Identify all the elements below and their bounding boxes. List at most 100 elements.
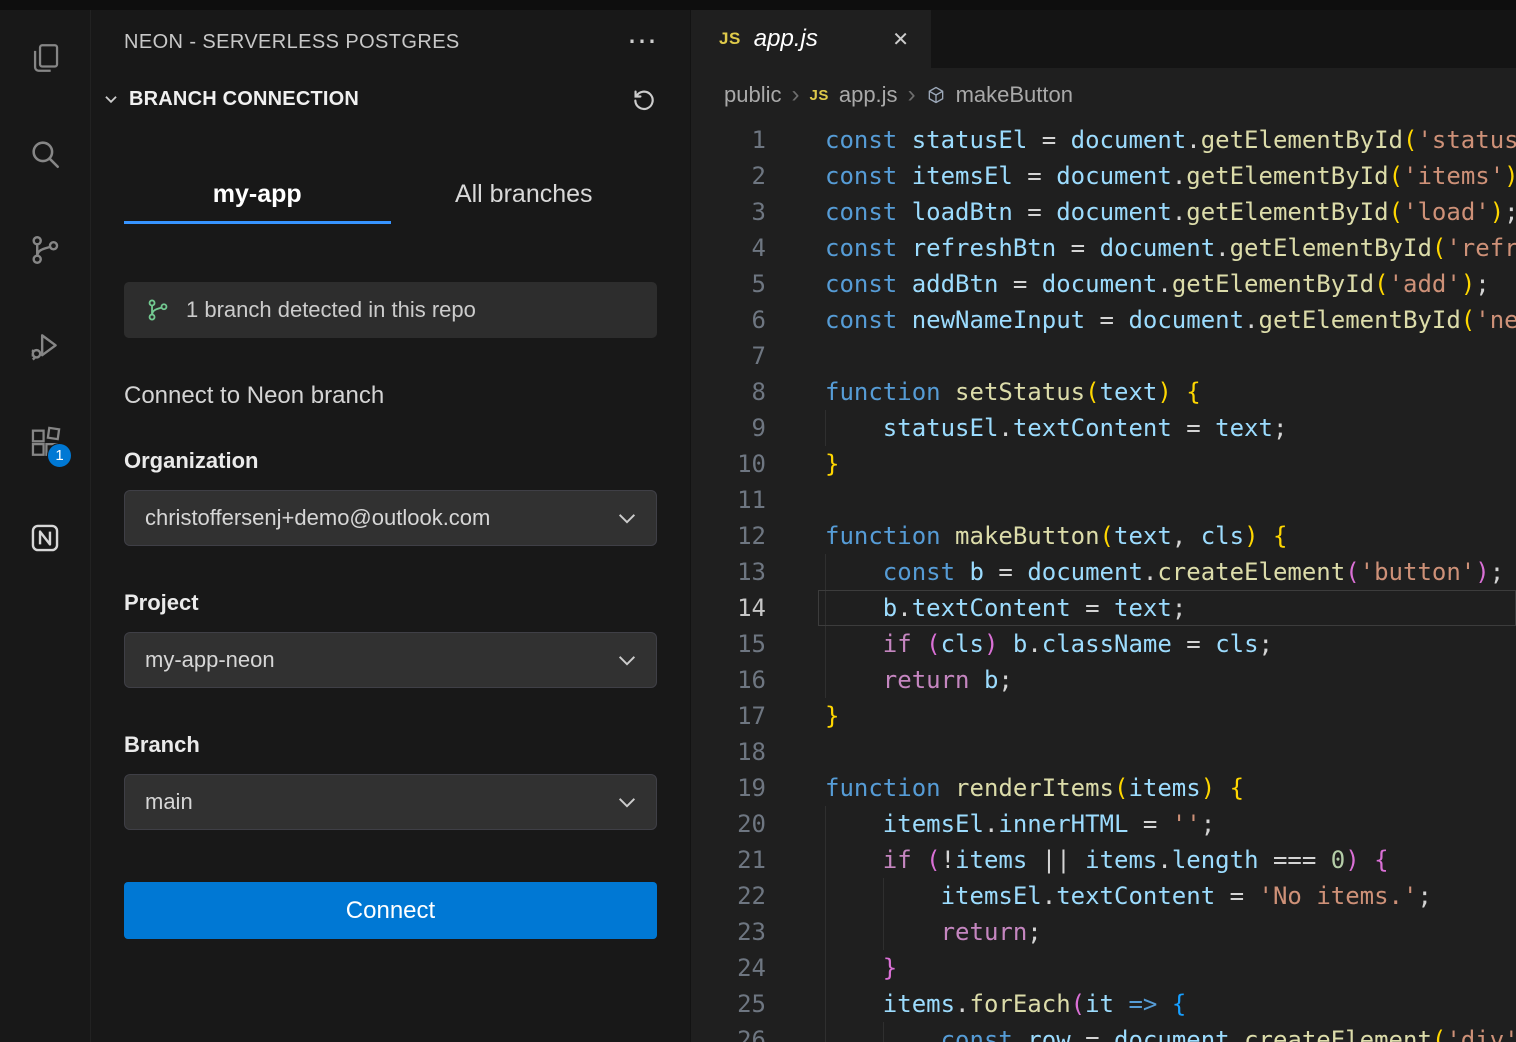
code-line-content[interactable]: } xyxy=(825,698,1516,734)
line-number[interactable]: 4 xyxy=(691,230,766,266)
line-number[interactable]: 1 xyxy=(691,122,766,158)
organization-select[interactable]: christoffersenj+demo@outlook.com xyxy=(124,490,657,546)
code-line[interactable]: 17} xyxy=(691,698,1516,734)
code-line-content[interactable]: b.textContent = text; xyxy=(825,590,1516,626)
breadcrumb-public[interactable]: public xyxy=(724,82,781,108)
code-line[interactable]: 4 const refreshBtn = document.getElementB… xyxy=(691,230,1516,266)
line-number[interactable]: 20 xyxy=(691,806,766,842)
code-line[interactable]: 24 } xyxy=(691,950,1516,986)
refresh-icon[interactable] xyxy=(631,86,657,112)
code-line[interactable]: 7 xyxy=(691,338,1516,374)
line-number[interactable]: 17 xyxy=(691,698,766,734)
line-number[interactable]: 22 xyxy=(691,878,766,914)
code-line-content[interactable]: function makeButton(text, cls) { xyxy=(825,518,1516,554)
line-number[interactable]: 14 xyxy=(691,590,766,626)
line-number[interactable]: 3 xyxy=(691,194,766,230)
branch-select[interactable]: main xyxy=(124,774,657,830)
line-number[interactable]: 23 xyxy=(691,914,766,950)
code-line-content[interactable]: const addBtn = document.getElementById('… xyxy=(825,266,1516,302)
line-number[interactable]: 13 xyxy=(691,554,766,590)
code-line-content[interactable]: const statusEl = document.getElementById… xyxy=(825,122,1516,158)
code-line-content[interactable]: const loadBtn = document.getElementById(… xyxy=(825,194,1516,230)
code-line-content[interactable] xyxy=(825,482,1516,518)
code-line[interactable]: 16 return b; xyxy=(691,662,1516,698)
line-number[interactable]: 19 xyxy=(691,770,766,806)
code-line-content[interactable]: return; xyxy=(825,914,1516,950)
code-area[interactable]: 1 const statusEl = document.getElementByI… xyxy=(691,122,1516,1042)
code-line-content[interactable]: if (!items || items.length === 0) { xyxy=(825,842,1516,878)
line-number[interactable]: 2 xyxy=(691,158,766,194)
code-line-content[interactable] xyxy=(825,734,1516,770)
line-number[interactable]: 16 xyxy=(691,662,766,698)
code-line[interactable]: 19 function renderItems(items) { xyxy=(691,770,1516,806)
code-line[interactable]: 23 return; xyxy=(691,914,1516,950)
code-line-content[interactable]: const newNameInput = document.getElement… xyxy=(825,302,1516,338)
code-line-content[interactable]: const itemsEl = document.getElementById(… xyxy=(825,158,1516,194)
code-line[interactable]: 18 xyxy=(691,734,1516,770)
code-line-content[interactable]: const b = document.createElement('button… xyxy=(825,554,1516,590)
code-line[interactable]: 10} xyxy=(691,446,1516,482)
breadcrumb-makebutton[interactable]: makeButton xyxy=(956,82,1073,108)
code-line-content[interactable]: } xyxy=(825,950,1516,986)
code-line[interactable]: 11 xyxy=(691,482,1516,518)
code-line[interactable]: 2 const itemsEl = document.getElementById… xyxy=(691,158,1516,194)
line-number[interactable]: 8 xyxy=(691,374,766,410)
line-number[interactable]: 10 xyxy=(691,446,766,482)
project-select[interactable]: my-app-neon xyxy=(124,632,657,688)
line-number[interactable]: 24 xyxy=(691,950,766,986)
code-line[interactable]: 14 b.textContent = text; xyxy=(691,590,1516,626)
code-line[interactable]: 15 if (cls) b.className = cls; xyxy=(691,626,1516,662)
line-number[interactable]: 7 xyxy=(691,338,766,374)
code-line[interactable]: 26 const row = document.createElement('d… xyxy=(691,1022,1516,1042)
line-number[interactable]: 12 xyxy=(691,518,766,554)
line-number[interactable]: 18 xyxy=(691,734,766,770)
code-line-content[interactable]: return b; xyxy=(825,662,1516,698)
line-number[interactable]: 11 xyxy=(691,482,766,518)
code-line[interactable]: 1 const statusEl = document.getElementByI… xyxy=(691,122,1516,158)
code-line[interactable]: 6 const newNameInput = document.getElemen… xyxy=(691,302,1516,338)
code-line-content[interactable]: items.forEach(it => { xyxy=(825,986,1516,1022)
code-line[interactable]: 5 const addBtn = document.getElementById(… xyxy=(691,266,1516,302)
code-line-content[interactable]: itemsEl.innerHTML = ''; xyxy=(825,806,1516,842)
branch-value: main xyxy=(145,789,193,815)
line-number[interactable]: 9 xyxy=(691,410,766,446)
code-line-content[interactable]: function renderItems(items) { xyxy=(825,770,1516,806)
close-icon[interactable]: ✕ xyxy=(892,27,909,52)
code-line[interactable]: 22 itemsEl.textContent = 'No items.'; xyxy=(691,878,1516,914)
more-actions-icon[interactable]: ⋯ xyxy=(627,32,657,52)
code-line-content[interactable]: itemsEl.textContent = 'No items.'; xyxy=(825,878,1516,914)
tab-all-branches[interactable]: All branches xyxy=(391,168,658,224)
neon-extension-icon[interactable] xyxy=(0,490,90,586)
line-number[interactable]: 21 xyxy=(691,842,766,878)
code-line-content[interactable]: function setStatus(text) { xyxy=(825,374,1516,410)
line-number[interactable]: 26 xyxy=(691,1022,766,1042)
code-line-content[interactable]: if (cls) b.className = cls; xyxy=(825,626,1516,662)
code-line-content[interactable] xyxy=(825,338,1516,374)
code-line[interactable]: 13 const b = document.createElement('but… xyxy=(691,554,1516,590)
run-debug-icon[interactable] xyxy=(0,298,90,394)
code-line[interactable]: 20 itemsEl.innerHTML = ''; xyxy=(691,806,1516,842)
line-number[interactable]: 25 xyxy=(691,986,766,1022)
code-line-content[interactable]: } xyxy=(825,446,1516,482)
line-number[interactable]: 6 xyxy=(691,302,766,338)
line-number[interactable]: 15 xyxy=(691,626,766,662)
search-icon[interactable] xyxy=(0,106,90,202)
code-line-content[interactable]: const refreshBtn = document.getElementBy… xyxy=(825,230,1516,266)
extensions-icon[interactable]: 1 xyxy=(0,394,90,490)
connect-button[interactable]: Connect xyxy=(124,882,657,939)
code-line[interactable]: 8 function setStatus(text) { xyxy=(691,374,1516,410)
code-line[interactable]: 12 function makeButton(text, cls) { xyxy=(691,518,1516,554)
tab-my-app[interactable]: my-app xyxy=(124,168,391,224)
branch-connection-section-toggle[interactable]: BRANCH CONNECTION xyxy=(102,88,359,111)
breadcrumb-appjs[interactable]: app.js xyxy=(839,82,898,108)
code-line-content[interactable]: const row = document.createElement('div'… xyxy=(825,1022,1516,1042)
code-line[interactable]: 21 if (!items || items.length === 0) { xyxy=(691,842,1516,878)
editor-tab-appjs[interactable]: JS app.js ✕ xyxy=(691,10,931,68)
code-line[interactable]: 25 items.forEach(it => { xyxy=(691,986,1516,1022)
code-line[interactable]: 3 const loadBtn = document.getElementById… xyxy=(691,194,1516,230)
explorer-icon[interactable] xyxy=(0,10,90,106)
code-line[interactable]: 9 statusEl.textContent = text; xyxy=(691,410,1516,446)
source-control-icon[interactable] xyxy=(0,202,90,298)
line-number[interactable]: 5 xyxy=(691,266,766,302)
code-line-content[interactable]: statusEl.textContent = text; xyxy=(825,410,1516,446)
